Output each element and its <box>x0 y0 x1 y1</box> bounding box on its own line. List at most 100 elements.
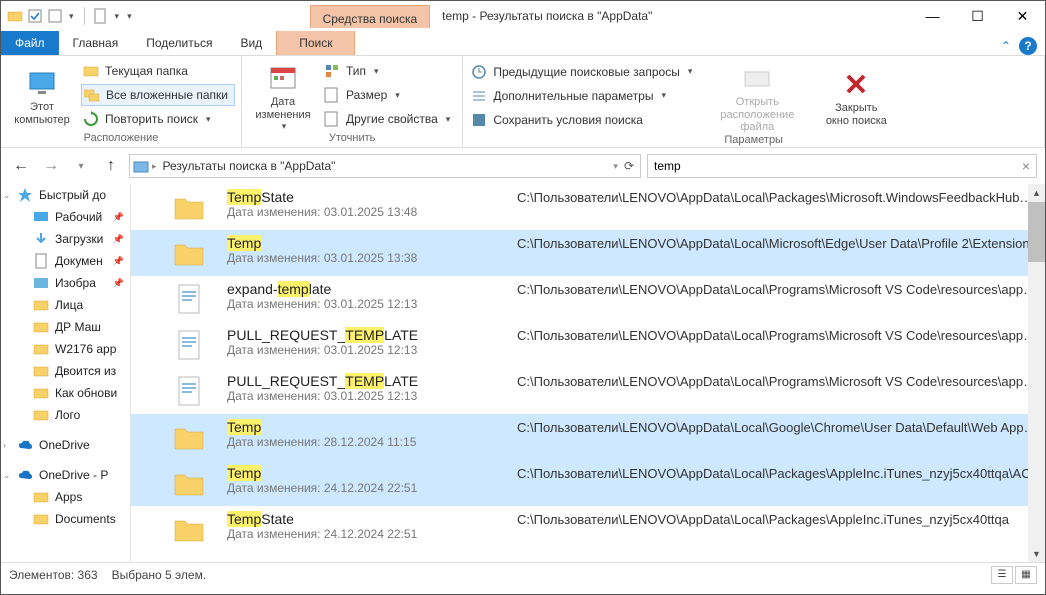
recent-searches-button[interactable]: Предыдущие поисковые запросы▾ <box>469 61 698 83</box>
maximize-button[interactable]: ☐ <box>955 2 1000 31</box>
chevron-up-icon[interactable]: ⌃ <box>1001 39 1011 53</box>
save-search-button[interactable]: Сохранить условия поиска <box>469 109 698 131</box>
sidebar-folder-documents2[interactable]: Documents <box>1 508 130 530</box>
ribbon-group-refine: Дата изменения▾ Тип▾ Размер▾ Другие свой… <box>242 56 463 147</box>
chevron-down-icon[interactable]: ▾ <box>67 11 76 22</box>
result-date: Дата изменения: 28.12.2024 11:15 <box>227 435 497 449</box>
current-folder-button[interactable]: Текущая папка <box>81 60 235 82</box>
sidebar-folder-dr[interactable]: ДР Маш <box>1 316 130 338</box>
status-selected: Выбрано 5 элем. <box>112 568 207 582</box>
size-button[interactable]: Размер▾ <box>322 84 456 106</box>
type-button[interactable]: Тип▾ <box>322 60 456 82</box>
close-button[interactable]: ✕ <box>1000 2 1045 31</box>
breadcrumb[interactable]: Результаты поиска в "AppData" <box>159 159 340 173</box>
recent-dropdown[interactable]: ▾ <box>69 154 93 178</box>
quick-access-toolbar: ▾ ▾ ▾ <box>1 7 140 25</box>
search-box[interactable]: temp × <box>647 154 1037 178</box>
help-icon[interactable]: ? <box>1019 37 1037 55</box>
result-row[interactable]: TempДата изменения: 03.01.2025 13:38C:\П… <box>131 230 1045 276</box>
ribbon-tabs: Файл Главная Поделиться Вид Поиск ⌃ ? <box>1 31 1045 56</box>
tab-view[interactable]: Вид <box>226 31 276 55</box>
sidebar-onedrive-p[interactable]: ⌄OneDrive - P <box>1 464 130 486</box>
result-name: Temp <box>227 419 497 435</box>
other-props-button[interactable]: Другие свойства▾ <box>322 108 456 130</box>
star-icon <box>17 187 33 203</box>
results-list: TempStateДата изменения: 03.01.2025 13:4… <box>131 184 1045 562</box>
overflow-icon[interactable]: ▾ <box>125 11 134 22</box>
date-modified-button[interactable]: Дата изменения▾ <box>248 58 318 132</box>
sidebar-folder-w2176[interactable]: W2176 app <box>1 338 130 360</box>
sidebar-pictures[interactable]: Изобра📌 <box>1 272 130 294</box>
sidebar-quick-access[interactable]: ⌄Быстрый до <box>1 184 130 206</box>
address-bar[interactable]: ▸ Результаты поиска в "AppData" ▾ ⟳ <box>129 154 641 178</box>
sidebar-desktop[interactable]: Рабочий📌 <box>1 206 130 228</box>
up-button[interactable]: ↑ <box>99 154 123 178</box>
result-row[interactable]: PULL_REQUEST_TEMPLATEДата изменения: 03.… <box>131 322 1045 368</box>
sidebar-onedrive[interactable]: ›OneDrive <box>1 434 130 456</box>
group-label: Параметры <box>469 134 1038 147</box>
result-row[interactable]: TempStateДата изменения: 03.01.2025 13:4… <box>131 184 1045 230</box>
folder-icon <box>171 235 207 271</box>
separator <box>84 7 85 25</box>
pictures-icon <box>33 275 49 291</box>
back-button[interactable]: ← <box>9 154 33 178</box>
result-path: C:\Пользователи\LENOVO\AppData\Local\Pro… <box>517 281 1037 297</box>
cloud-icon <box>17 467 33 483</box>
sidebar-folder-logo[interactable]: Лого <box>1 404 130 426</box>
forward-button: → <box>39 154 63 178</box>
scrollbar[interactable]: ▲ ▼ <box>1028 184 1045 562</box>
chevron-down-icon[interactable]: ▾ <box>113 11 122 22</box>
folder-icon <box>171 419 207 455</box>
ribbon: Этот компьютер Текущая папка Все вложенн… <box>1 56 1045 148</box>
refresh-icon[interactable]: ⟳ <box>624 159 634 173</box>
scroll-up-button[interactable]: ▲ <box>1028 184 1045 201</box>
main-area: ⌄Быстрый до Рабочий📌 Загрузки📌 Докумен📌 … <box>1 184 1045 562</box>
sidebar-folder-faces[interactable]: Лица <box>1 294 130 316</box>
desktop-icon <box>33 209 49 225</box>
sidebar-folder-apps[interactable]: Apps <box>1 486 130 508</box>
scroll-down-button[interactable]: ▼ <box>1028 545 1045 562</box>
checkbox-empty-icon[interactable] <box>47 8 63 24</box>
chevron-down-icon[interactable]: ▾ <box>611 161 620 172</box>
folder-icon <box>171 511 207 547</box>
sidebar-folder-kak[interactable]: Как обнови <box>1 382 130 404</box>
folder-icon <box>171 189 207 225</box>
checkbox-icon[interactable] <box>27 8 43 24</box>
minimize-button[interactable]: — <box>910 2 955 31</box>
refresh-icon <box>83 111 99 127</box>
tiles-view-button[interactable]: ▦ <box>1015 566 1037 584</box>
result-path: C:\Пользователи\LENOVO\AppData\Local\Mic… <box>517 235 1037 251</box>
result-path: C:\Пользователи\LENOVO\AppData\Local\Pro… <box>517 373 1037 389</box>
clear-search-icon[interactable]: × <box>1022 158 1030 174</box>
result-row[interactable]: TempДата изменения: 24.12.2024 22:51C:\П… <box>131 460 1045 506</box>
tab-share[interactable]: Поделиться <box>132 31 226 55</box>
sidebar-documents[interactable]: Докумен📌 <box>1 250 130 272</box>
open-location-button: Открыть расположение файла <box>702 58 812 134</box>
result-date: Дата изменения: 03.01.2025 12:13 <box>227 389 497 403</box>
result-row[interactable]: expand-templateДата изменения: 03.01.202… <box>131 276 1045 322</box>
advanced-options-button[interactable]: Дополнительные параметры▾ <box>469 85 698 107</box>
search-again-button[interactable]: Повторить поиск▾ <box>81 108 235 130</box>
new-doc-icon[interactable] <box>93 8 109 24</box>
all-subfolders-button[interactable]: Все вложенные папки <box>81 84 235 106</box>
result-row[interactable]: PULL_REQUEST_TEMPLATEДата изменения: 03.… <box>131 368 1045 414</box>
sidebar-folder-dvoitsa[interactable]: Двоится из <box>1 360 130 382</box>
sidebar-downloads[interactable]: Загрузки📌 <box>1 228 130 250</box>
tab-home[interactable]: Главная <box>59 31 133 55</box>
folder-icon <box>171 465 207 501</box>
group-label: Расположение <box>7 132 235 145</box>
result-row[interactable]: TempStateДата изменения: 24.12.2024 22:5… <box>131 506 1045 552</box>
window-controls: — ☐ ✕ <box>910 2 1045 31</box>
tag-icon <box>324 111 340 127</box>
result-name: TempState <box>227 511 497 527</box>
tab-search[interactable]: Поиск <box>276 31 355 55</box>
details-view-button[interactable]: ☰ <box>991 566 1013 584</box>
result-row[interactable]: TempДата изменения: 28.12.2024 11:15C:\П… <box>131 414 1045 460</box>
chevron-right-icon[interactable]: ▸ <box>150 161 159 172</box>
folder-icon <box>83 63 99 79</box>
scroll-thumb[interactable] <box>1028 202 1045 262</box>
result-date: Дата изменения: 03.01.2025 12:13 <box>227 343 497 357</box>
close-search-button[interactable]: Закрыть окно поиска <box>816 58 896 134</box>
this-pc-button[interactable]: Этот компьютер <box>7 58 77 132</box>
tab-file[interactable]: Файл <box>1 31 59 55</box>
